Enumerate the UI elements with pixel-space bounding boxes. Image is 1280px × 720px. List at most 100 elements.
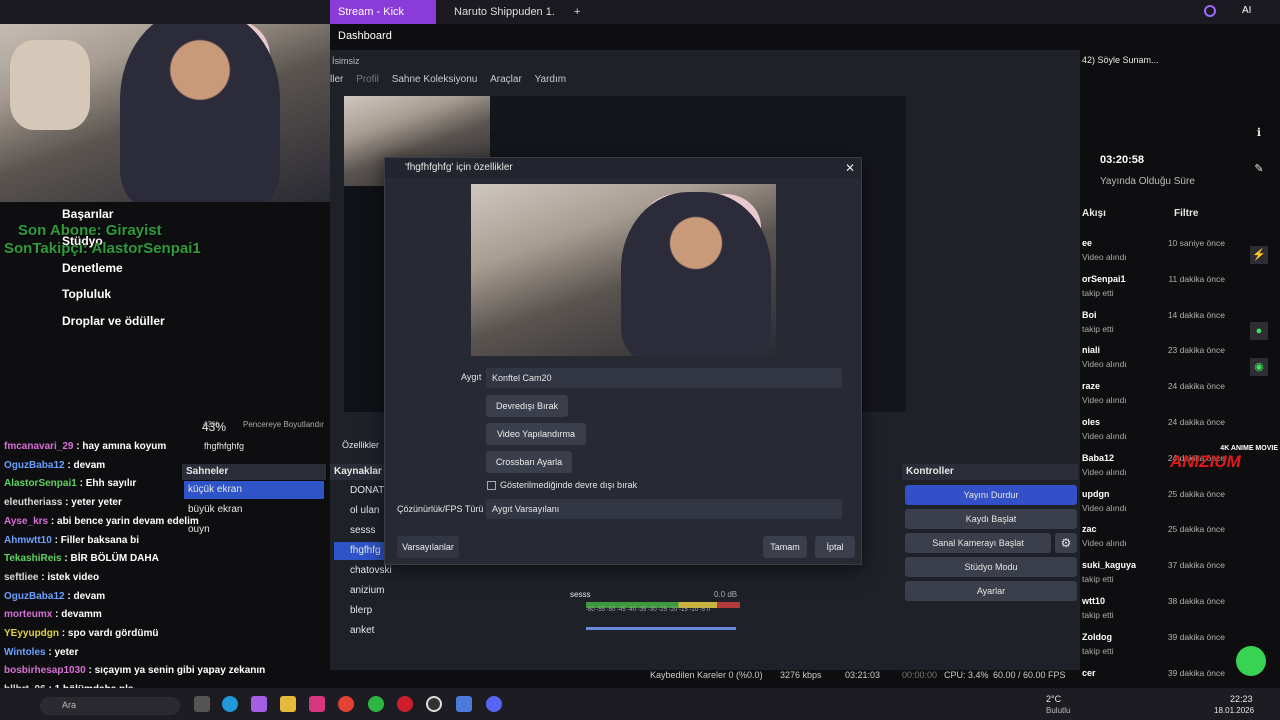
activity-user[interactable]: orSenpai1 bbox=[1082, 274, 1126, 284]
close-icon[interactable]: ✕ bbox=[845, 161, 855, 175]
menu-item-yardim[interactable]: Yardım bbox=[535, 74, 567, 85]
activity-item: orSenpai1 11 dakika önce takip etti bbox=[1082, 272, 1237, 304]
search-bar[interactable] bbox=[40, 697, 180, 715]
task-view-icon[interactable] bbox=[194, 696, 210, 712]
activity-user[interactable]: updgn bbox=[1082, 489, 1110, 499]
chat-username[interactable]: fmcanavari_29 bbox=[4, 441, 74, 452]
chat-text: devam bbox=[73, 590, 106, 602]
crossbar-button[interactable]: Crossbarı Ayarla bbox=[486, 451, 572, 473]
chat-username[interactable]: seftliee bbox=[4, 572, 38, 583]
info-icon[interactable]: ℹ bbox=[1250, 124, 1268, 142]
activity-type: Video alındı bbox=[1082, 431, 1127, 441]
ai-button[interactable]: AI bbox=[1242, 5, 1251, 16]
menu-item-profil[interactable]: Profil bbox=[356, 74, 379, 85]
tab-kick-dashboard[interactable]: Stream - Kick Dashboard bbox=[330, 0, 436, 42]
zoom-mode[interactable]: Pencereye Boyutlandır bbox=[243, 420, 324, 429]
defaults-button[interactable]: Varsayılanlar bbox=[397, 536, 459, 558]
chat-username[interactable]: eleutheriass bbox=[4, 497, 62, 508]
activity-user[interactable]: raze bbox=[1082, 381, 1100, 391]
nav-item[interactable]: Başarılar bbox=[62, 207, 113, 221]
chat-username[interactable]: YEyyupdgn bbox=[4, 628, 59, 639]
activity-user[interactable]: zac bbox=[1082, 524, 1097, 534]
chat-username[interactable]: TekashiReis bbox=[4, 553, 62, 564]
disable-checkbox-label: Gösterilmediğinde devre dışı bırak bbox=[500, 480, 638, 490]
menu-item-araclar[interactable]: Araçlar bbox=[490, 74, 522, 85]
filter-button[interactable]: Filtre bbox=[1174, 208, 1198, 219]
broadcast-icon[interactable]: ◉ bbox=[1250, 358, 1268, 376]
activity-user[interactable]: Boi bbox=[1082, 310, 1097, 320]
new-tab-button[interactable]: + bbox=[566, 0, 588, 24]
search-icon[interactable] bbox=[1204, 5, 1216, 17]
activity-user[interactable]: cer bbox=[1082, 668, 1096, 678]
chat-username[interactable]: morteumx bbox=[4, 609, 52, 620]
chat-username[interactable]: Ayse_krs bbox=[4, 516, 48, 527]
volume-slider[interactable] bbox=[586, 627, 736, 630]
source-item[interactable]: fhgfhfg bbox=[334, 542, 384, 560]
pencil-icon[interactable]: ✎ bbox=[1250, 160, 1268, 178]
obs-icon[interactable] bbox=[426, 696, 442, 712]
gear-icon[interactable]: ⚙ bbox=[1055, 533, 1077, 553]
menu-item-sahne[interactable]: Sahne Koleksiyonu bbox=[392, 74, 478, 85]
opera-icon[interactable] bbox=[397, 696, 413, 712]
uptime-value: 03:20:58 bbox=[1100, 154, 1145, 166]
bolt-icon[interactable]: ⚡ bbox=[1250, 246, 1268, 264]
app-icon[interactable] bbox=[456, 696, 472, 712]
chat-separator: : bbox=[61, 553, 71, 565]
activity-user[interactable]: suki_kaguya bbox=[1082, 560, 1136, 570]
folder-icon[interactable] bbox=[280, 696, 296, 712]
chat-message: OguzBaba12 : devam bbox=[4, 591, 105, 602]
chat-username[interactable]: bosbirhesap1030 bbox=[4, 665, 86, 676]
discord-icon[interactable] bbox=[486, 696, 502, 712]
copilot-icon[interactable] bbox=[251, 696, 267, 712]
menu-item-ller[interactable]: ller bbox=[330, 74, 343, 85]
edge-icon[interactable] bbox=[222, 696, 238, 712]
last-follow-overlay: SonTakipçi: AlastorSenpai1 bbox=[4, 240, 201, 257]
tab-naruto[interactable]: Naruto Shippuden 1. Sezo bbox=[446, 0, 558, 24]
instagram-icon[interactable] bbox=[309, 696, 325, 712]
start-recording-button[interactable]: Kaydı Başlat bbox=[905, 509, 1077, 529]
source-item[interactable]: blerp bbox=[350, 602, 372, 620]
mixer-track: sesss bbox=[570, 590, 591, 599]
properties-button[interactable]: Özellikler bbox=[342, 440, 379, 450]
source-item[interactable]: ol ulan bbox=[350, 502, 379, 520]
activity-user[interactable]: Zoldog bbox=[1082, 632, 1112, 642]
activity-user[interactable]: wtt10 bbox=[1082, 596, 1105, 606]
chat-username[interactable]: OguzBaba12 bbox=[4, 591, 65, 602]
source-item[interactable]: sesss bbox=[350, 522, 376, 540]
chat-username[interactable]: OguzBaba12 bbox=[4, 460, 65, 471]
chrome-icon[interactable] bbox=[338, 696, 354, 712]
stop-stream-button[interactable]: Yayını Durdur bbox=[905, 485, 1077, 505]
activity-user[interactable]: Baba12 bbox=[1082, 453, 1114, 463]
cancel-button[interactable]: İptal bbox=[815, 536, 855, 558]
chat-separator: : bbox=[51, 534, 61, 546]
activity-item: ee 10 saniye önce Video alındı bbox=[1082, 236, 1237, 268]
chat-icon[interactable]: ● bbox=[1250, 322, 1268, 340]
brand-name: ANIZIUM bbox=[1170, 452, 1241, 471]
settings-button[interactable]: Ayarlar bbox=[905, 581, 1077, 601]
chat-username[interactable]: Ahmwtt10 bbox=[4, 535, 52, 546]
chat-username[interactable]: Wintoles bbox=[4, 647, 46, 658]
chat-username[interactable]: AlastorSenpai1 bbox=[4, 478, 77, 489]
video-config-button[interactable]: Video Yapılandırma bbox=[486, 423, 586, 445]
whatsapp-icon[interactable] bbox=[368, 696, 384, 712]
nav-item[interactable]: Topluluk bbox=[62, 287, 111, 301]
activity-user[interactable]: ee bbox=[1082, 238, 1092, 248]
help-icon[interactable] bbox=[1236, 646, 1266, 676]
chat-separator: : bbox=[59, 628, 68, 639]
activity-user[interactable]: oles bbox=[1082, 417, 1100, 427]
studio-mode-button[interactable]: Stüdyo Modu bbox=[905, 557, 1077, 577]
source-item[interactable]: anket bbox=[350, 622, 374, 640]
device-select[interactable]: Konftel Cam20 bbox=[486, 368, 842, 388]
scene-item[interactable]: küçük ekran bbox=[184, 481, 324, 499]
resolution-select[interactable]: Aygıt Varsayılanı bbox=[486, 499, 842, 519]
disable-checkbox[interactable] bbox=[487, 481, 496, 490]
zoom-level-text[interactable]: 43% bbox=[203, 420, 219, 429]
activity-user[interactable]: niali bbox=[1082, 345, 1100, 355]
ok-button[interactable]: Tamam bbox=[763, 536, 807, 558]
nav-item[interactable]: Droplar ve ödüller bbox=[62, 314, 165, 328]
activity-time: 11 dakika önce bbox=[1168, 273, 1225, 284]
nav-item[interactable]: Denetleme bbox=[62, 261, 123, 275]
deactivate-button[interactable]: Devredışı Bırak bbox=[486, 395, 568, 417]
source-item[interactable]: anizium bbox=[350, 582, 384, 600]
virtual-camera-button[interactable]: Sanal Kamerayı Başlat bbox=[905, 533, 1051, 553]
